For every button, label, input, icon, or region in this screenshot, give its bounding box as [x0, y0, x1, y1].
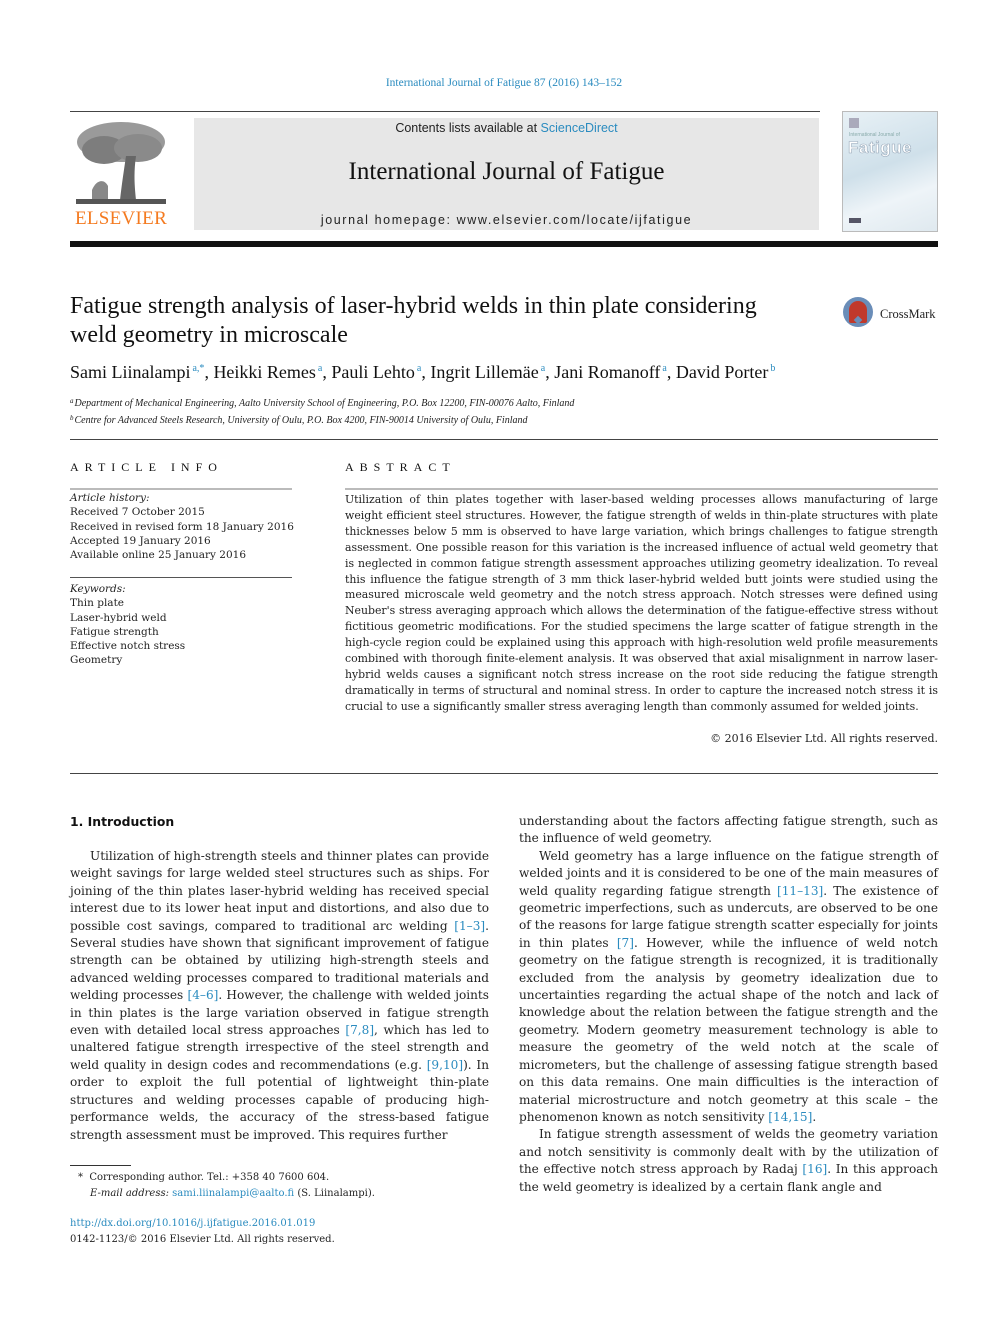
- contents-line: Contents lists available at ScienceDirec…: [194, 121, 819, 135]
- author[interactable]: Pauli Lehto a: [331, 362, 421, 382]
- reference-link[interactable]: [14,15]: [768, 1110, 812, 1124]
- history-item: Received 7 October 2015: [70, 506, 205, 519]
- author[interactable]: Heikki Remes a: [213, 362, 322, 382]
- author-affiliation-mark[interactable]: a: [662, 363, 666, 374]
- author[interactable]: David Porter b: [676, 362, 775, 382]
- journal-name: International Journal of Fatigue: [348, 158, 665, 185]
- abstract-copyright: © 2016 Elsevier Ltd. All rights reserved…: [710, 732, 938, 745]
- author-affiliation-mark[interactable]: b: [770, 363, 775, 374]
- corresponding-author-footnote: * Corresponding author. Tel.: +358 40 76…: [78, 1170, 498, 1202]
- author[interactable]: Ingrit Lillemäe a: [430, 362, 545, 382]
- paragraph: Utilization of high-strength steels and …: [70, 849, 490, 1142]
- reference-link[interactable]: [7]: [617, 936, 634, 950]
- affiliation: bCentre for Advanced Steels Research, Un…: [70, 414, 528, 426]
- abstract-end-rule: [70, 773, 938, 774]
- abstract-text: Utilization of thin plates together with…: [345, 493, 938, 713]
- header-rule: [70, 111, 820, 112]
- author-affiliation-mark[interactable]: a,*: [192, 363, 204, 374]
- paragraph: understanding about the factors affectin…: [519, 814, 938, 846]
- keyword: Thin plate: [70, 597, 124, 610]
- elsevier-tree-icon: [74, 120, 168, 206]
- journal-cover-image[interactable]: International Journal of Fatigue: [842, 111, 938, 232]
- history-item: Received in revised form 18 January 2016: [70, 520, 294, 533]
- article-history-label: Article history:: [70, 492, 150, 504]
- crossmark-label: CrossMark: [880, 307, 936, 321]
- paragraph: In fatigue strength assessment of welds …: [519, 1127, 938, 1194]
- journal-homepage-link[interactable]: journal homepage: www.elsevier.com/locat…: [194, 213, 819, 227]
- elsevier-wordmark: ELSEVIER: [74, 208, 168, 229]
- abstract-rule: [345, 488, 938, 490]
- reference-link[interactable]: [7,8]: [345, 1023, 374, 1037]
- crossmark-icon: [843, 297, 873, 327]
- header-thick-rule: [70, 241, 938, 247]
- reference-link[interactable]: [16]: [802, 1162, 827, 1176]
- author[interactable]: Sami Liinalampi a,*: [70, 362, 204, 382]
- section-rule: [70, 439, 938, 440]
- article-info-heading: ARTICLE INFO: [70, 460, 223, 474]
- keywords-rule: [70, 577, 292, 578]
- journal-citation-link[interactable]: International Journal of Fatigue 87 (201…: [0, 77, 992, 89]
- reference-link[interactable]: [4–6]: [187, 988, 218, 1002]
- doi-link[interactable]: http://dx.doi.org/10.1016/j.ijfatigue.20…: [70, 1216, 335, 1232]
- author-affiliation-mark[interactable]: a: [318, 363, 322, 374]
- cover-title: Fatigue: [848, 138, 912, 158]
- contents-prefix: Contents lists available at: [395, 121, 541, 135]
- sciencedirect-link[interactable]: ScienceDirect: [541, 121, 618, 135]
- cover-publisher-icon: [849, 218, 861, 223]
- keywords: Keywords: Thin plate Laser-hybrid weld F…: [70, 582, 295, 668]
- affiliation: aDepartment of Mechanical Engineering, A…: [70, 397, 575, 409]
- crossmark-button[interactable]: CrossMark: [843, 297, 943, 337]
- history-item: Accepted 19 January 2016: [70, 534, 211, 547]
- cover-logo-icon: [849, 118, 859, 128]
- footnote-rule: [70, 1165, 131, 1166]
- keyword: Effective notch stress: [70, 640, 186, 653]
- doi-block: http://dx.doi.org/10.1016/j.ijfatigue.20…: [70, 1216, 335, 1247]
- history-item: Available online 25 January 2016: [70, 549, 247, 562]
- article-title-line-2: weld geometry in microscale: [70, 322, 348, 348]
- elsevier-logo: ELSEVIER: [70, 118, 172, 230]
- author[interactable]: Jani Romanoff a: [554, 362, 667, 382]
- keyword: Laser-hybrid weld: [70, 611, 167, 624]
- article-title: Fatigue strength analysis of laser-hybri…: [70, 292, 830, 350]
- keyword: Geometry: [70, 654, 123, 667]
- footnote-line: * Corresponding author. Tel.: +358 40 76…: [78, 1172, 330, 1183]
- footnote-email-line: E-mail address: sami.liinalampi@aalto.fi…: [90, 1188, 375, 1199]
- journal-masthead: Contents lists available at ScienceDirec…: [194, 118, 819, 230]
- author-affiliation-mark[interactable]: a: [541, 363, 545, 374]
- author-list: Sami Liinalampi a,*, Heikki Remes a, Pauli…: [70, 362, 776, 382]
- reference-link[interactable]: [11–13]: [777, 884, 823, 898]
- section-heading-introduction: 1. Introduction: [70, 814, 175, 829]
- keyword: Fatigue strength: [70, 625, 159, 638]
- issn-line: 0142-1123/© 2016 Elsevier Ltd. All right…: [70, 1233, 335, 1245]
- keywords-label: Keywords:: [70, 583, 126, 595]
- affiliations: aDepartment of Mechanical Engineering, A…: [70, 394, 930, 428]
- article-title-line-1: Fatigue strength analysis of laser-hybri…: [70, 293, 757, 319]
- email-link[interactable]: sami.liinalampi@aalto.fi: [172, 1188, 294, 1199]
- article-history: Article history: Received 7 October 2015…: [70, 491, 295, 562]
- reference-link[interactable]: [9,10]: [427, 1058, 463, 1072]
- article-info-rule: [70, 488, 292, 490]
- body-column-left: Utilization of high-strength steels and …: [70, 848, 489, 1144]
- paragraph: Weld geometry has a large influence on t…: [519, 848, 939, 1124]
- abstract-heading: ABSTRACT: [345, 460, 456, 474]
- author-affiliation-mark[interactable]: a: [417, 363, 421, 374]
- body-column-right: understanding about the factors affectin…: [519, 813, 938, 1196]
- reference-link[interactable]: [1–3]: [454, 919, 485, 933]
